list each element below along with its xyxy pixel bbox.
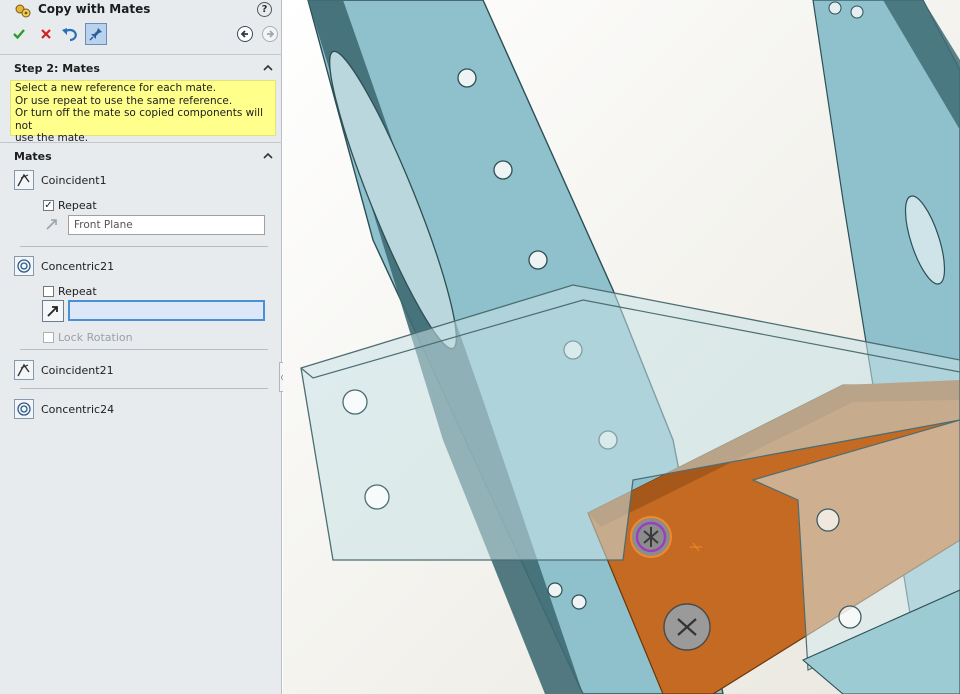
graphics-area[interactable] xyxy=(283,0,960,694)
panel-title: Copy with Mates xyxy=(38,2,151,16)
keep-visible-pushpin-button[interactable] xyxy=(85,23,107,45)
bolt-hole xyxy=(850,5,864,19)
bolt-hole xyxy=(457,68,477,88)
ok-button[interactable] xyxy=(10,25,28,43)
checkbox-unchecked[interactable] xyxy=(43,286,54,297)
reference-arrow-icon[interactable] xyxy=(42,300,64,322)
mate-item-coincident21[interactable]: Coincident21 xyxy=(14,359,114,381)
mate-label: Concentric24 xyxy=(41,402,115,416)
bolt-hole xyxy=(816,508,840,532)
instruction-message: Select a new reference for each mate. Or… xyxy=(10,80,276,144)
close-icon xyxy=(41,29,51,39)
concentric-mate-icon xyxy=(14,256,34,276)
arrow-right-icon xyxy=(267,30,275,38)
bolt-hole xyxy=(493,160,513,180)
bolt-hole xyxy=(828,1,842,15)
repeat-label: Repeat xyxy=(58,285,97,298)
coincident-mate-icon xyxy=(14,170,34,190)
divider xyxy=(20,388,268,389)
next-page-button[interactable] xyxy=(262,26,278,42)
bolt-hole xyxy=(364,484,390,510)
bolt-hole xyxy=(528,250,548,270)
divider xyxy=(20,349,268,350)
bolt-hole xyxy=(342,389,368,415)
message-line: Select a new reference for each mate. xyxy=(15,82,217,94)
cancel-button[interactable] xyxy=(37,25,55,43)
repeat-checkbox-concentric21[interactable]: Repeat xyxy=(43,285,97,298)
bolt-hole xyxy=(838,605,862,629)
mate-item-concentric24[interactable]: Concentric24 xyxy=(14,398,114,420)
copy-with-mates-icon xyxy=(14,2,32,20)
step-section-header[interactable]: Step 2: Mates xyxy=(14,62,100,75)
divider xyxy=(0,142,282,143)
coincident-mate-icon xyxy=(14,360,34,380)
reference-field-concentric21[interactable] xyxy=(68,300,265,321)
property-manager-header: Copy with Mates ? xyxy=(0,0,282,22)
undo-button[interactable] xyxy=(60,24,80,44)
undo-arrow-icon xyxy=(62,28,77,42)
mate-item-coincident1[interactable]: Coincident1 xyxy=(14,169,107,191)
reference-field-coincident1[interactable]: Front Plane xyxy=(68,215,265,235)
reference-arrow-icon xyxy=(44,216,60,232)
repeat-checkbox-coincident1[interactable]: ✓ Repeat xyxy=(43,199,97,212)
help-icon[interactable]: ? xyxy=(257,2,272,17)
checkbox-checked[interactable]: ✓ xyxy=(43,200,54,211)
bolt-hole xyxy=(547,582,563,598)
lock-rotation-label: Lock Rotation xyxy=(58,331,133,344)
divider xyxy=(20,246,268,247)
chevron-up-icon[interactable] xyxy=(262,62,274,74)
arrow-left-icon xyxy=(240,30,248,38)
checkmark-icon xyxy=(13,29,25,40)
mate-item-concentric21[interactable]: Concentric21 xyxy=(14,255,114,277)
mate-label: Coincident1 xyxy=(41,173,107,187)
checkbox-disabled[interactable] xyxy=(43,332,54,343)
mates-section-header[interactable]: Mates xyxy=(14,150,52,163)
property-manager: Copy with Mates ? Step 2: Mates Select a… xyxy=(0,0,288,694)
message-line: Or use repeat to use the same reference. xyxy=(15,94,233,107)
lock-rotation-checkbox[interactable]: Lock Rotation xyxy=(43,331,133,344)
repeat-label: Repeat xyxy=(58,199,97,212)
divider xyxy=(0,54,282,55)
message-line: Or turn off the mate so copied component… xyxy=(15,107,263,132)
pushpin-icon xyxy=(89,28,102,41)
chevron-up-icon[interactable] xyxy=(262,150,274,162)
previous-page-button[interactable] xyxy=(237,26,253,42)
concentric-mate-icon xyxy=(14,399,34,419)
mate-label: Coincident21 xyxy=(41,363,114,377)
assembly-model-view[interactable] xyxy=(283,0,960,694)
mate-label: Concentric21 xyxy=(41,259,115,273)
bolt-hole xyxy=(571,594,587,610)
